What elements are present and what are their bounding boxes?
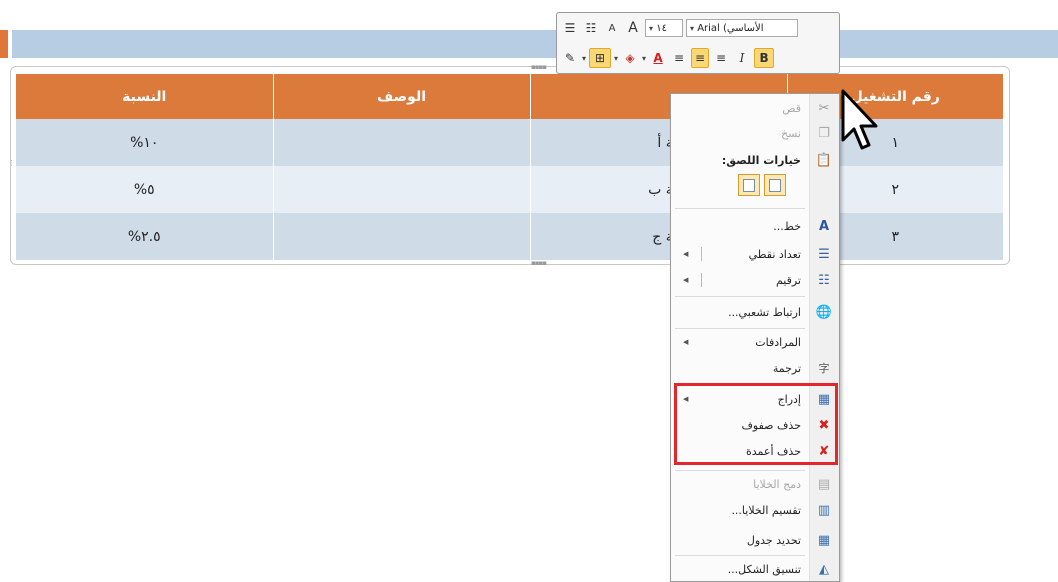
mini-toolbar-row-1: ☰ ☷ A A ▾ ١٤ ▾ Arial (الأساسي — [561, 17, 798, 39]
translate-icon: 字 — [818, 362, 830, 375]
menu-item-bullets[interactable]: ◀ تعداد نقطي ☰ — [671, 242, 839, 266]
format-shape-icon: ◭ — [819, 561, 829, 577]
shading-icon[interactable]: ◈ — [621, 48, 639, 68]
context-menu: قص ✂ نسخ ❐ خيارات اللصق: 📋 خط... A ◀ تعد… — [670, 93, 840, 582]
menu-item-merge-cells[interactable]: دمج الخلايا ▤ — [671, 472, 839, 496]
table-cell[interactable]: لة ج — [273, 213, 678, 260]
mini-toolbar-row-2: ✎ ▾ ⊞ ▾ ◈ ▾ A ≡ ≡ ≡ I B — [561, 47, 775, 69]
align-left-icon[interactable]: ≡ — [670, 48, 688, 68]
align-right-icon[interactable]: ≡ — [712, 48, 730, 68]
font-size-field[interactable]: ▾ ١٤ — [645, 19, 683, 37]
resize-handle-left[interactable]: ⋮ — [8, 160, 15, 167]
increase-indent-icon[interactable]: ☰ — [561, 18, 579, 38]
table-row: %٢.٥ لة ج ٣ — [16, 213, 1003, 260]
chevron-down-icon[interactable]: ▾ — [649, 24, 653, 33]
grow-font-button[interactable]: A — [624, 18, 642, 38]
format-painter-icon[interactable]: ✎ — [561, 48, 579, 68]
menu-item-cut[interactable]: قص ✂ — [671, 96, 839, 120]
highlight-box — [674, 383, 838, 465]
menu-item-font[interactable]: خط... A — [671, 214, 839, 238]
menu-separator — [675, 555, 805, 556]
italic-button[interactable]: I — [733, 48, 751, 68]
menu-item-hyperlink[interactable]: ارتباط تشعبي... 🌐 — [671, 300, 839, 324]
menu-item-synonyms[interactable]: ◀ المرادفات — [671, 330, 839, 354]
table-row: %٥ لة ب ٢ — [16, 166, 1003, 213]
globe-link-icon: 🌐 — [815, 304, 833, 320]
header-cell-description[interactable]: الوصف — [273, 74, 531, 119]
table-cell[interactable]: لة أ — [273, 119, 678, 166]
slide-accent-bar — [0, 30, 8, 58]
numbering-icon: ☷ — [818, 272, 830, 288]
mini-toolbar: ☰ ☷ A A ▾ ١٤ ▾ Arial (الأساسي ✎ ▾ ⊞ ▾ ◈ … — [556, 12, 840, 74]
menu-separator — [675, 296, 805, 297]
chevron-down-icon[interactable]: ▾ — [582, 54, 586, 63]
align-center-icon[interactable]: ≡ — [691, 48, 710, 68]
chevron-down-icon[interactable]: ▾ — [642, 54, 646, 63]
menu-separator — [675, 208, 805, 209]
slide-title-band — [12, 30, 1058, 58]
borders-icon[interactable]: ⊞ — [589, 48, 612, 68]
shrink-font-button[interactable]: A — [603, 18, 621, 38]
menu-separator — [675, 328, 805, 329]
copy-icon: ❐ — [818, 125, 830, 141]
chevron-down-icon[interactable]: ▾ — [614, 54, 618, 63]
scissors-icon: ✂ — [818, 100, 830, 116]
table-cell[interactable]: %٢.٥ — [16, 213, 274, 260]
select-table-icon: ▦ — [817, 532, 831, 548]
resize-handle-bottom[interactable]: ▪▪▪▪ — [531, 260, 547, 267]
menu-item-translate[interactable]: ترجمة 字 — [671, 356, 839, 380]
decrease-indent-icon[interactable]: ☷ — [582, 18, 600, 38]
header-cell-ratio[interactable]: النسبة — [16, 74, 274, 119]
font-color-button[interactable]: A — [649, 48, 667, 68]
merge-cells-icon: ▤ — [817, 476, 831, 492]
table-cell[interactable]: %٥ — [16, 166, 274, 213]
menu-item-format-shape[interactable]: تنسيق الشكل... ◭ — [671, 557, 839, 581]
mouse-cursor-icon — [841, 89, 878, 150]
font-icon: A — [818, 218, 830, 234]
chevron-down-icon[interactable]: ▾ — [690, 24, 694, 33]
paste-picture-icon[interactable] — [764, 174, 786, 196]
menu-separator — [675, 470, 805, 471]
chevron-left-icon: ◀ — [683, 276, 689, 284]
table-cell[interactable]: %١٠ — [16, 119, 274, 166]
menu-item-split-cells[interactable]: تقسيم الخلايا... ▥ — [671, 498, 839, 522]
chevron-left-icon: ◀ — [683, 250, 689, 258]
menu-item-copy[interactable]: نسخ ❐ — [671, 121, 839, 145]
menu-item-select-table[interactable]: تحديد جدول ▦ — [671, 528, 839, 552]
paste-keep-source-icon[interactable] — [738, 174, 760, 196]
bullets-icon: ☰ — [818, 246, 830, 262]
menu-item-numbering[interactable]: ◀ ترقيم ☷ — [671, 268, 839, 292]
table-cell[interactable]: لة ب — [273, 166, 678, 213]
font-name-field[interactable]: ▾ Arial (الأساسي — [686, 19, 798, 37]
bold-button[interactable]: B — [754, 48, 775, 68]
resize-handle-top[interactable]: ▪▪▪▪ — [531, 64, 547, 71]
split-cells-icon: ▥ — [817, 502, 831, 518]
menu-item-paste-options: خيارات اللصق: 📋 — [721, 152, 833, 168]
chevron-left-icon: ◀ — [683, 338, 689, 346]
clipboard-icon: 📋 — [815, 152, 833, 168]
